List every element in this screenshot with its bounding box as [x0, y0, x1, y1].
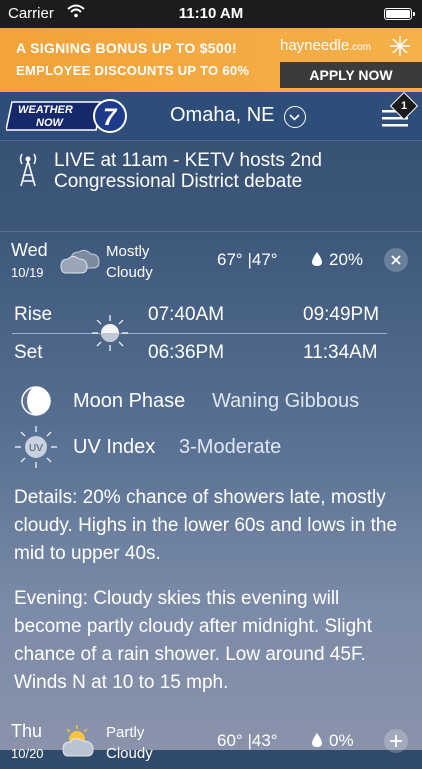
uv-index-value: 3-Moderate	[179, 436, 282, 458]
high-temp: 67°	[217, 250, 243, 269]
svg-text:NOW: NOW	[36, 117, 65, 129]
low-temp: 43°	[251, 731, 278, 750]
condition-text: Mostly Cloudy	[106, 243, 153, 281]
forecast-day-row[interactable]: Wed 10/19 Mostly Cloudy 67° |47° 20%	[0, 232, 422, 288]
precip-chance: 20%	[329, 250, 364, 269]
news-alert[interactable]: LIVE at 11am - KETV hosts 2nd Congressio…	[0, 141, 422, 232]
sunset-time: 06:36PM	[148, 342, 225, 363]
close-icon	[391, 255, 401, 265]
rise-set-divider	[12, 333, 387, 334]
location-label[interactable]: Omaha, NE	[170, 104, 274, 127]
location-dropdown-icon[interactable]	[284, 106, 306, 128]
forecast-day-row[interactable]: Thu 10/20 Partly Cloudy 60° |43° 0%	[0, 712, 422, 769]
partly-cloudy-icon	[62, 725, 94, 757]
sunrise-time: 07:40AM	[148, 304, 225, 325]
moon-icon	[267, 318, 282, 348]
temperature-range: 67° |47°	[217, 250, 278, 270]
moon-phase-icon	[21, 386, 51, 416]
ad-subline: EMPLOYEE DISCOUNTS UP TO 60%	[16, 63, 250, 78]
raindrop-icon	[312, 252, 322, 266]
expand-button[interactable]	[384, 729, 408, 753]
cloudy-icon	[60, 249, 100, 274]
ad-banner[interactable]: A SIGNING BONUS UP TO $500! EMPLOYEE DIS…	[0, 28, 422, 92]
ad-brand-suffix: .com	[349, 42, 371, 53]
uv-index-label: UV Index	[73, 436, 156, 458]
battery-icon	[384, 8, 415, 20]
low-temp: 47°	[251, 250, 278, 269]
ad-brand: hayneedle.com	[280, 37, 371, 54]
condition-text: Partly Cloudy	[106, 724, 153, 762]
weather-now-logo[interactable]: WEATHER NOW 7	[6, 98, 130, 134]
sparkle-icon	[390, 36, 410, 56]
moonrise-time: 09:49PM	[303, 304, 380, 325]
app-header: WEATHER NOW 7 Omaha, NE 1	[0, 91, 422, 141]
plus-icon	[390, 735, 402, 747]
ad-headline: A SIGNING BONUS UP TO $500!	[16, 40, 238, 56]
temperature-range: 60° |43°	[217, 731, 278, 751]
details-text: Details: 20% chance of showers late, mos…	[14, 487, 398, 564]
day-date: 10/20	[11, 746, 44, 761]
rise-label: Rise	[14, 304, 53, 325]
uv-icon-text: UV	[29, 443, 43, 454]
collapse-button[interactable]	[384, 248, 408, 272]
svg-text:7: 7	[103, 104, 118, 131]
evening-text: Evening: Cloudy skies this evening will …	[14, 588, 373, 693]
apply-now-button[interactable]: APPLY NOW	[280, 62, 422, 88]
day-name: Thu	[11, 721, 43, 741]
ad-brand-name: hayneedle	[280, 37, 350, 54]
moonset-time: 11:34AM	[303, 342, 378, 363]
moon-phase-label: Moon Phase	[73, 390, 186, 412]
clock: 11:10 AM	[178, 5, 244, 22]
notification-count: 1	[400, 100, 408, 112]
set-label: Set	[14, 342, 43, 363]
high-temp: 60°	[217, 731, 243, 750]
uv-index-icon: UV	[15, 426, 57, 468]
status-bar: Carrier 11:10 AM	[0, 0, 422, 28]
day-name: Wed	[11, 240, 48, 260]
svg-text:WEATHER: WEATHER	[18, 104, 73, 116]
sun-icon	[92, 315, 128, 351]
precip-chance: 0%	[329, 731, 354, 750]
raindrop-icon	[312, 733, 322, 747]
alert-text: LIVE at 11am - KETV hosts 2nd Congressio…	[54, 150, 322, 192]
moon-phase-value: Waning Gibbous	[212, 390, 360, 412]
day-date: 10/19	[11, 265, 44, 280]
broadcast-tower-icon	[19, 153, 37, 187]
